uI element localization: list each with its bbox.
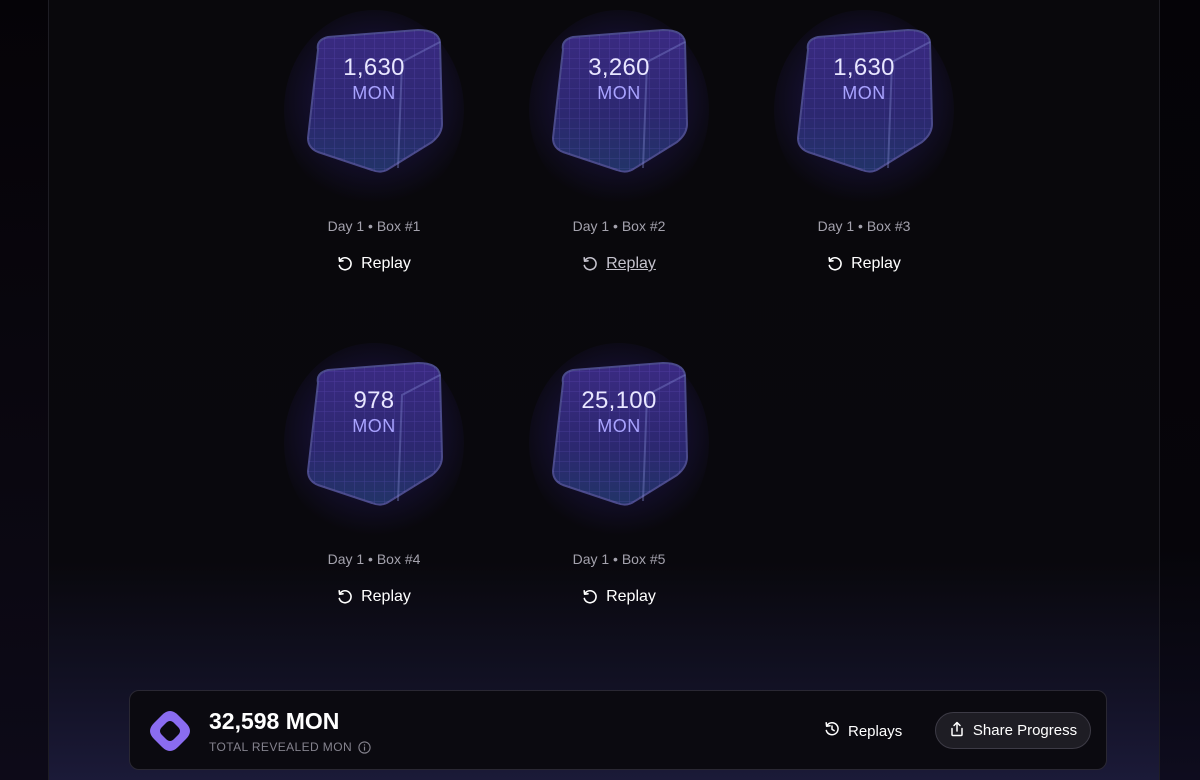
mystery-box-card: 25,100 MON Day 1 • Box #5 Replay	[519, 343, 719, 623]
replay-icon	[337, 256, 353, 272]
box-unit: MON	[597, 83, 641, 103]
box-label: Day 1 • Box #1	[327, 218, 421, 234]
box-unit: MON	[352, 83, 396, 103]
box-label: Day 1 • Box #2	[572, 218, 666, 234]
box-amount: 1,630	[833, 54, 895, 81]
replays-label: Replays	[848, 722, 903, 740]
replay-label: Replay	[851, 255, 901, 272]
replay-label: Replay	[361, 255, 411, 272]
box-unit: MON	[842, 83, 886, 103]
replay-label: Replay	[361, 588, 411, 605]
replay-button[interactable]: Replay	[559, 248, 679, 280]
revealed-boxes-panel: 1,630 MON Day 1 • Box #1 Replay 3,260 MO…	[48, 0, 1160, 780]
info-icon[interactable]	[358, 740, 371, 754]
monad-logo-icon	[148, 709, 192, 753]
replay-icon	[827, 256, 843, 272]
replay-label: Replay	[606, 588, 656, 605]
replay-button[interactable]: Replay	[559, 581, 679, 613]
share-progress-button[interactable]: Share Progress	[935, 712, 1091, 749]
box-unit: MON	[597, 416, 641, 436]
replays-button[interactable]: Replays	[824, 715, 902, 747]
box-label: Day 1 • Box #3	[817, 218, 911, 234]
replay-icon	[582, 589, 598, 605]
share-progress-label: Share Progress	[972, 722, 1078, 739]
replay-button[interactable]: Replay	[314, 581, 434, 613]
mystery-box-card: 3,260 MON Day 1 • Box #2 Replay	[519, 10, 719, 290]
history-icon	[824, 721, 840, 741]
box-amount: 25,100	[581, 387, 657, 414]
mystery-box-card: 978 MON Day 1 • Box #4 Replay	[274, 343, 474, 623]
replay-label: Replay	[606, 255, 656, 272]
left-gutter	[0, 0, 48, 780]
total-revealed-amount: 32,598 MON	[209, 708, 340, 734]
share-icon	[949, 721, 965, 741]
replay-button[interactable]: Replay	[314, 248, 434, 280]
box-value: 1,630 MON	[794, 54, 934, 103]
replay-icon	[582, 256, 598, 272]
mystery-box-card: 1,630 MON Day 1 • Box #1 Replay	[274, 10, 474, 290]
box-unit: MON	[352, 416, 396, 436]
box-value: 978 MON	[304, 387, 444, 436]
box-label: Day 1 • Box #4	[327, 551, 421, 567]
total-label-text: TOTAL REVEALED MON	[209, 740, 353, 754]
box-amount: 978	[353, 387, 395, 414]
box-value: 25,100 MON	[549, 387, 689, 436]
total-summary-bar: 32,598 MON TOTAL REVEALED MON Replays Sh…	[129, 690, 1107, 770]
replay-icon	[337, 589, 353, 605]
box-amount: 3,260	[588, 54, 650, 81]
replay-button[interactable]: Replay	[804, 248, 924, 280]
box-value: 3,260 MON	[549, 54, 689, 103]
right-gutter	[1160, 0, 1200, 780]
total-revealed-label: TOTAL REVEALED MON	[209, 740, 371, 754]
mystery-box-card: 1,630 MON Day 1 • Box #3 Replay	[764, 10, 964, 290]
box-amount: 1,630	[343, 54, 405, 81]
box-label: Day 1 • Box #5	[572, 551, 666, 567]
box-value: 1,630 MON	[304, 54, 444, 103]
